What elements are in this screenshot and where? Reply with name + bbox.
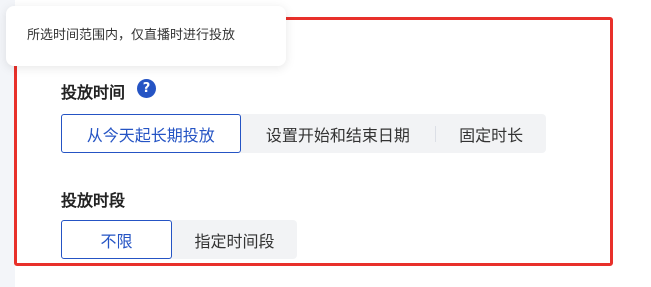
- schedule-time-title: 投放时间: [61, 83, 126, 102]
- tooltip-text: 所选时间范围内，仅直播时进行投放: [27, 28, 236, 43]
- time-slot-title: 投放时段: [61, 191, 126, 210]
- option-specific-time-slot[interactable]: 指定时间段: [172, 220, 297, 259]
- schedule-time-selector: 从今天起长期投放 设置开始和结束日期 固定时长: [61, 114, 546, 153]
- time-slot-selector: 不限 指定时间段: [61, 220, 297, 259]
- option-long-term[interactable]: 从今天起长期投放: [61, 114, 241, 153]
- tooltip: 所选时间范围内，仅直播时进行投放: [6, 6, 286, 66]
- question-circle-icon[interactable]: ?: [137, 79, 156, 98]
- page: 所选时间范围内，仅直播时进行投放 投放时间 ? 从今天起长期投放 设置开始和结束…: [0, 0, 651, 287]
- option-start-end-date[interactable]: 设置开始和结束日期: [241, 114, 436, 153]
- option-unlimited[interactable]: 不限: [61, 220, 172, 259]
- option-fixed-duration[interactable]: 固定时长: [436, 114, 546, 153]
